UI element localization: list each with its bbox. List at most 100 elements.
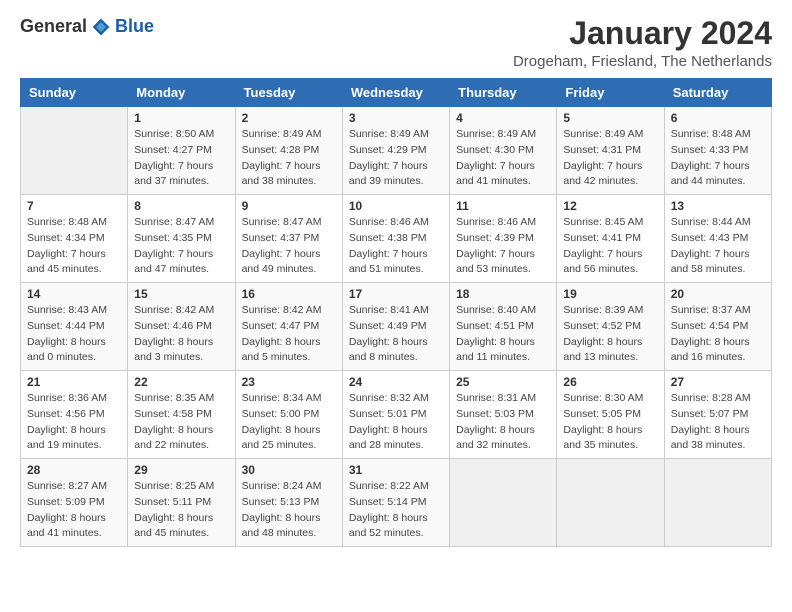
calendar-day-cell: 3 Sunrise: 8:49 AMSunset: 4:29 PMDaylight…	[342, 107, 449, 195]
calendar-day-cell: 8 Sunrise: 8:47 AMSunset: 4:35 PMDaylight…	[128, 195, 235, 283]
calendar-day-cell: 7 Sunrise: 8:48 AMSunset: 4:34 PMDaylight…	[21, 195, 128, 283]
day-info: Sunrise: 8:30 AMSunset: 5:05 PMDaylight:…	[563, 391, 657, 454]
calendar-week-row: 28 Sunrise: 8:27 AMSunset: 5:09 PMDayligh…	[21, 459, 772, 547]
title-block: January 2024 Drogeham, Friesland, The Ne…	[513, 16, 772, 70]
calendar-day-cell: 21 Sunrise: 8:36 AMSunset: 4:56 PMDayligh…	[21, 371, 128, 459]
day-number: 28	[27, 463, 121, 477]
calendar-day-cell: 6Sunrise: 8:48 AMSunset: 4:33 PMDaylight…	[664, 107, 771, 195]
calendar-day-cell: 20 Sunrise: 8:37 AMSunset: 4:54 PMDayligh…	[664, 283, 771, 371]
calendar-day-cell: 25 Sunrise: 8:31 AMSunset: 5:03 PMDayligh…	[450, 371, 557, 459]
day-info: Sunrise: 8:50 AMSunset: 4:27 PMDaylight:…	[134, 127, 228, 190]
day-number: 14	[27, 287, 121, 301]
calendar-day-cell: 16 Sunrise: 8:42 AMSunset: 4:47 PMDayligh…	[235, 283, 342, 371]
calendar-day-cell: 30 Sunrise: 8:24 AMSunset: 5:13 PMDayligh…	[235, 459, 342, 547]
day-info: Sunrise: 8:24 AMSunset: 5:13 PMDaylight:…	[242, 479, 336, 542]
calendar-day-cell: 12 Sunrise: 8:45 AMSunset: 4:41 PMDayligh…	[557, 195, 664, 283]
day-number: 12	[563, 199, 657, 213]
calendar-day-cell: 23Sunrise: 8:34 AMSunset: 5:00 PMDayligh…	[235, 371, 342, 459]
calendar-day-cell: 1 Sunrise: 8:50 AMSunset: 4:27 PMDaylight…	[128, 107, 235, 195]
calendar-week-row: 7 Sunrise: 8:48 AMSunset: 4:34 PMDaylight…	[21, 195, 772, 283]
day-number: 18	[456, 287, 550, 301]
day-info: Sunrise: 8:32 AMSunset: 5:01 PMDaylight:…	[349, 391, 443, 454]
calendar-day-cell	[450, 459, 557, 547]
day-number: 4	[456, 111, 550, 125]
day-info: Sunrise: 8:49 AMSunset: 4:28 PMDaylight:…	[242, 127, 336, 190]
day-number: 25	[456, 375, 550, 389]
day-info: Sunrise: 8:47 AMSunset: 4:37 PMDaylight:…	[242, 215, 336, 278]
day-number: 6	[671, 111, 765, 125]
day-number: 22	[134, 375, 228, 389]
day-number: 26	[563, 375, 657, 389]
calendar-day-cell: 22 Sunrise: 8:35 AMSunset: 4:58 PMDayligh…	[128, 371, 235, 459]
day-number: 8	[134, 199, 228, 213]
day-info: Sunrise: 8:42 AMSunset: 4:47 PMDaylight:…	[242, 303, 336, 366]
day-info: Sunrise: 8:46 AMSunset: 4:39 PMDaylight:…	[456, 215, 550, 278]
day-number: 19	[563, 287, 657, 301]
weekday-header: Friday	[557, 79, 664, 107]
day-number: 3	[349, 111, 443, 125]
calendar-week-row: 21 Sunrise: 8:36 AMSunset: 4:56 PMDayligh…	[21, 371, 772, 459]
calendar-day-cell: 19 Sunrise: 8:39 AMSunset: 4:52 PMDayligh…	[557, 283, 664, 371]
day-number: 13	[671, 199, 765, 213]
calendar-day-cell: 14 Sunrise: 8:43 AMSunset: 4:44 PMDayligh…	[21, 283, 128, 371]
subtitle: Drogeham, Friesland, The Netherlands	[513, 53, 772, 70]
calendar-week-row: 1 Sunrise: 8:50 AMSunset: 4:27 PMDaylight…	[21, 107, 772, 195]
day-number: 21	[27, 375, 121, 389]
calendar-day-cell: 11Sunrise: 8:46 AMSunset: 4:39 PMDayligh…	[450, 195, 557, 283]
calendar-day-cell: 5 Sunrise: 8:49 AMSunset: 4:31 PMDaylight…	[557, 107, 664, 195]
day-info: Sunrise: 8:49 AMSunset: 4:31 PMDaylight:…	[563, 127, 657, 190]
logo-blue: Blue	[115, 16, 154, 37]
day-number: 10	[349, 199, 443, 213]
day-info: Sunrise: 8:45 AMSunset: 4:41 PMDaylight:…	[563, 215, 657, 278]
weekday-header: Wednesday	[342, 79, 449, 107]
day-number: 30	[242, 463, 336, 477]
calendar-day-cell: 29Sunrise: 8:25 AMSunset: 5:11 PMDayligh…	[128, 459, 235, 547]
weekday-header: Sunday	[21, 79, 128, 107]
day-number: 15	[134, 287, 228, 301]
weekday-header: Thursday	[450, 79, 557, 107]
day-info: Sunrise: 8:47 AMSunset: 4:35 PMDaylight:…	[134, 215, 228, 278]
day-number: 5	[563, 111, 657, 125]
calendar-day-cell: 9 Sunrise: 8:47 AMSunset: 4:37 PMDaylight…	[235, 195, 342, 283]
day-number: 16	[242, 287, 336, 301]
day-number: 9	[242, 199, 336, 213]
day-info: Sunrise: 8:46 AMSunset: 4:38 PMDaylight:…	[349, 215, 443, 278]
main-title: January 2024	[513, 16, 772, 51]
calendar-day-cell	[21, 107, 128, 195]
page-header: General Blue January 2024 Drogeham, Frie…	[20, 16, 772, 70]
day-info: Sunrise: 8:28 AMSunset: 5:07 PMDaylight:…	[671, 391, 765, 454]
day-number: 20	[671, 287, 765, 301]
day-number: 31	[349, 463, 443, 477]
calendar-day-cell: 4Sunrise: 8:49 AMSunset: 4:30 PMDaylight…	[450, 107, 557, 195]
day-info: Sunrise: 8:41 AMSunset: 4:49 PMDaylight:…	[349, 303, 443, 366]
calendar-day-cell: 24Sunrise: 8:32 AMSunset: 5:01 PMDayligh…	[342, 371, 449, 459]
logo-general: General	[20, 16, 87, 37]
day-info: Sunrise: 8:43 AMSunset: 4:44 PMDaylight:…	[27, 303, 121, 366]
calendar-day-cell	[664, 459, 771, 547]
calendar-day-cell: 10 Sunrise: 8:46 AMSunset: 4:38 PMDayligh…	[342, 195, 449, 283]
day-info: Sunrise: 8:31 AMSunset: 5:03 PMDaylight:…	[456, 391, 550, 454]
day-info: Sunrise: 8:44 AMSunset: 4:43 PMDaylight:…	[671, 215, 765, 278]
day-info: Sunrise: 8:40 AMSunset: 4:51 PMDaylight:…	[456, 303, 550, 366]
calendar-day-cell: 31 Sunrise: 8:22 AMSunset: 5:14 PMDayligh…	[342, 459, 449, 547]
day-info: Sunrise: 8:27 AMSunset: 5:09 PMDaylight:…	[27, 479, 121, 542]
calendar-day-cell: 26 Sunrise: 8:30 AMSunset: 5:05 PMDayligh…	[557, 371, 664, 459]
day-info: Sunrise: 8:36 AMSunset: 4:56 PMDaylight:…	[27, 391, 121, 454]
day-number: 1	[134, 111, 228, 125]
day-info: Sunrise: 8:49 AMSunset: 4:29 PMDaylight:…	[349, 127, 443, 190]
day-info: Sunrise: 8:25 AMSunset: 5:11 PMDaylight:…	[134, 479, 228, 542]
calendar-day-cell: 17Sunrise: 8:41 AMSunset: 4:49 PMDayligh…	[342, 283, 449, 371]
logo-icon	[91, 17, 111, 37]
day-info: Sunrise: 8:22 AMSunset: 5:14 PMDaylight:…	[349, 479, 443, 542]
day-info: Sunrise: 8:42 AMSunset: 4:46 PMDaylight:…	[134, 303, 228, 366]
calendar-table: SundayMondayTuesdayWednesdayThursdayFrid…	[20, 78, 772, 547]
calendar-day-cell: 28 Sunrise: 8:27 AMSunset: 5:09 PMDayligh…	[21, 459, 128, 547]
day-number: 23	[242, 375, 336, 389]
day-info: Sunrise: 8:48 AMSunset: 4:34 PMDaylight:…	[27, 215, 121, 278]
calendar-day-cell	[557, 459, 664, 547]
day-info: Sunrise: 8:39 AMSunset: 4:52 PMDaylight:…	[563, 303, 657, 366]
day-info: Sunrise: 8:35 AMSunset: 4:58 PMDaylight:…	[134, 391, 228, 454]
day-number: 7	[27, 199, 121, 213]
day-info: Sunrise: 8:37 AMSunset: 4:54 PMDaylight:…	[671, 303, 765, 366]
day-number: 27	[671, 375, 765, 389]
